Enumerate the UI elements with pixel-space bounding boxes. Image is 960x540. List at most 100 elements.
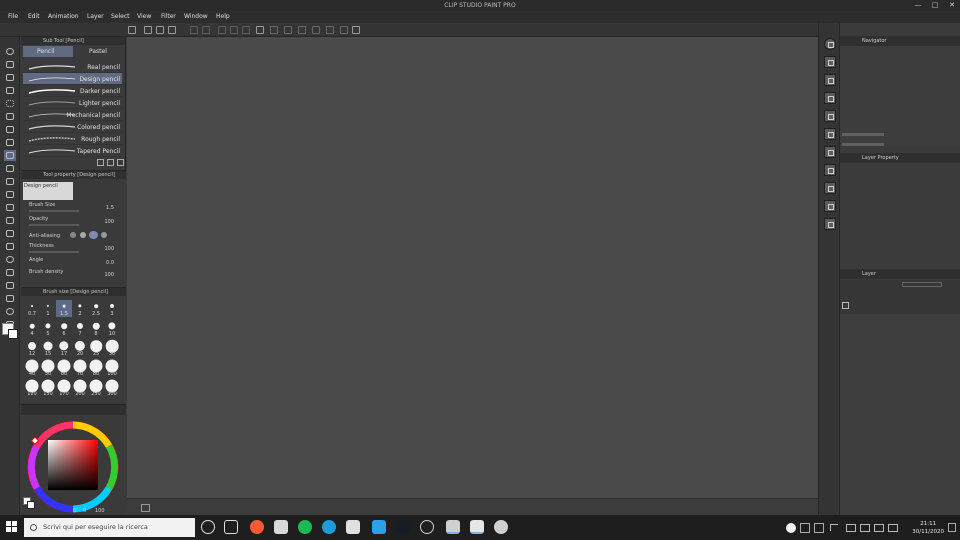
network-icon[interactable]: [860, 524, 870, 532]
navigator-preview[interactable]: [840, 46, 960, 146]
pen-tool-icon[interactable]: [4, 137, 16, 148]
brush-size-preset[interactable]: 8: [88, 320, 104, 337]
app-icon[interactable]: [494, 520, 508, 534]
brush-size-preset[interactable]: 1: [40, 300, 56, 317]
eyedropper-tool-icon[interactable]: [4, 124, 16, 135]
clip-studio-paint-icon[interactable]: [470, 520, 484, 534]
minimize-button[interactable]: —: [912, 1, 924, 10]
crop-icon[interactable]: [312, 26, 320, 34]
brush-size-preset[interactable]: 100: [104, 359, 120, 377]
fill-selection-icon[interactable]: [340, 26, 348, 34]
material-monochrome-icon[interactable]: [824, 146, 836, 158]
text-tool-icon[interactable]: [4, 293, 16, 304]
navigator-toggle-icon[interactable]: [141, 504, 150, 512]
thickness-row[interactable]: Thickness 100: [27, 243, 120, 254]
add-subtool-icon[interactable]: [107, 159, 114, 166]
brush-size-preset[interactable]: 60: [56, 359, 72, 377]
figure-tool-icon[interactable]: [4, 254, 16, 265]
menu-filter[interactable]: Filter: [161, 13, 176, 20]
brush-rough-pencil[interactable]: Rough pencil: [23, 133, 122, 145]
material-download-icon[interactable]: [824, 218, 836, 230]
ruler-icon[interactable]: [256, 26, 264, 34]
brush-size-preset[interactable]: 0.7: [24, 300, 40, 317]
brush-size-preset[interactable]: 7: [72, 320, 88, 337]
move-tool-icon[interactable]: [4, 85, 16, 96]
deselect-icon[interactable]: [270, 26, 278, 34]
angle-row[interactable]: Angle 0.0: [27, 257, 120, 268]
copy-subtool-icon[interactable]: [97, 159, 104, 166]
taskbar-search-input[interactable]: Scrivi qui per eseguire la ricerca: [24, 518, 195, 537]
brush-size-preset[interactable]: 50: [40, 359, 56, 377]
item-bank-palette-icon[interactable]: [824, 92, 836, 104]
menu-view[interactable]: View: [137, 13, 151, 20]
brush-size-preset[interactable]: 70: [72, 359, 88, 377]
mail-icon[interactable]: [274, 520, 288, 534]
zoom-tool-icon[interactable]: [4, 46, 16, 57]
invert-selection-icon[interactable]: [284, 26, 292, 34]
brush-size-preset[interactable]: 12: [24, 340, 40, 357]
clip-studio-icon[interactable]: [446, 520, 460, 534]
brush-tapered-pencil[interactable]: Tapered Pencil: [23, 145, 122, 157]
help-tray-icon[interactable]: [786, 523, 796, 533]
show-selection-icon[interactable]: [298, 26, 306, 34]
balloon-tool-icon[interactable]: [4, 306, 16, 317]
brush-size-preset[interactable]: 80: [88, 359, 104, 377]
angle-value[interactable]: 0.0: [106, 260, 114, 266]
brush-size-preset[interactable]: 1.5: [56, 300, 72, 317]
brush-size-preset[interactable]: 170: [56, 379, 72, 397]
menu-window[interactable]: Window: [184, 13, 208, 20]
sub-color-swatch[interactable]: [8, 329, 18, 339]
aa-medium-icon[interactable]: [89, 231, 98, 239]
save-icon[interactable]: [168, 26, 176, 34]
layer-list[interactable]: [840, 314, 960, 515]
edge-icon[interactable]: [322, 520, 336, 534]
brush-size-preset[interactable]: 25: [88, 340, 104, 357]
menu-help[interactable]: Help: [216, 13, 230, 20]
color-wheel[interactable]: [21, 405, 126, 516]
cortana-icon[interactable]: [201, 520, 215, 534]
brush-size-preset[interactable]: 250: [88, 379, 104, 397]
steam-tray-icon[interactable]: [800, 523, 810, 533]
aa-weak-icon[interactable]: [80, 232, 86, 238]
brush-darker-pencil[interactable]: Darker pencil: [23, 85, 122, 97]
menu-edit[interactable]: Edit: [28, 13, 40, 20]
brush-size-preset[interactable]: 4: [24, 320, 40, 337]
thickness-value[interactable]: 100: [104, 246, 114, 252]
thickness-slider[interactable]: [29, 251, 79, 253]
new-file-icon[interactable]: [144, 26, 152, 34]
brush-design-pencil[interactable]: Design pencil: [23, 73, 122, 85]
opacity-row[interactable]: Opacity 100: [27, 216, 120, 227]
decoration-tool-icon[interactable]: [4, 189, 16, 200]
blend-mode-select[interactable]: [902, 282, 942, 287]
vscode-icon[interactable]: [372, 520, 386, 534]
canvas-area[interactable]: [127, 37, 818, 498]
navigator-palette-icon[interactable]: [824, 38, 836, 50]
language-icon[interactable]: [888, 524, 898, 532]
task-view-icon[interactable]: [224, 520, 238, 534]
material-color-icon[interactable]: [824, 128, 836, 140]
help-icon[interactable]: [352, 26, 360, 34]
brush-size-preset[interactable]: 10: [104, 320, 120, 337]
brush-size-preset[interactable]: 5: [40, 320, 56, 337]
undo-icon[interactable]: [190, 26, 198, 34]
menu-animation[interactable]: Animation: [48, 13, 79, 20]
anti-aliasing-selector[interactable]: [70, 231, 112, 239]
brush-size-preset[interactable]: 17: [56, 340, 72, 357]
gradient-tool-icon[interactable]: [4, 241, 16, 252]
sub-color-chip[interactable]: [27, 501, 35, 509]
airbrush-tool-icon[interactable]: [4, 176, 16, 187]
fill-tool-icon[interactable]: [4, 228, 16, 239]
brush-size-preset[interactable]: 200: [72, 379, 88, 397]
notification-icon[interactable]: [948, 523, 956, 532]
brush-real-pencil[interactable]: Real pencil: [23, 61, 122, 73]
open-file-icon[interactable]: [156, 26, 164, 34]
app-tray-icon[interactable]: [814, 523, 824, 533]
menu-select[interactable]: Select: [111, 13, 130, 20]
opacity-value[interactable]: 100: [104, 219, 114, 225]
brush-size-preset[interactable]: 30: [104, 339, 120, 357]
windows-start-icon[interactable]: [6, 521, 18, 533]
redo-icon[interactable]: [202, 26, 210, 34]
clear-outside-icon[interactable]: [326, 26, 334, 34]
spotify-icon[interactable]: [298, 520, 312, 534]
tab-pencil[interactable]: Pencil: [23, 46, 73, 57]
